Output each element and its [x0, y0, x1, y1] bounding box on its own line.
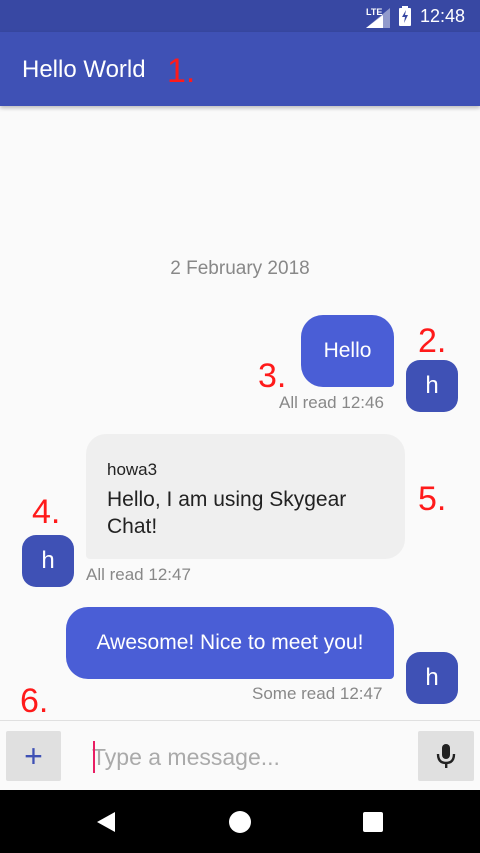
outgoing-message-bubble[interactable]: Awesome! Nice to meet you! [66, 607, 394, 679]
text-cursor [93, 741, 95, 773]
message-status: All read 12:46 [279, 393, 384, 412]
message-text: Hello, I am using Skygear Chat! [107, 488, 347, 538]
network-type-label: LTE [366, 7, 383, 17]
battery-charging-icon [399, 6, 411, 26]
message-text: Hello [323, 339, 372, 362]
system-navigation-bar [0, 790, 480, 853]
recents-icon [363, 812, 383, 832]
avatar[interactable]: h [22, 535, 74, 587]
annotation-2: 2. [418, 322, 447, 360]
app-bar: Hello World [0, 32, 480, 106]
avatar-letter: h [425, 372, 439, 399]
page-title: Hello World [22, 56, 146, 83]
annotation-1: 1. [167, 52, 196, 90]
annotation-5: 5. [418, 480, 447, 518]
plus-icon: + [24, 737, 43, 774]
sender-name: howa3 [107, 460, 158, 479]
add-attachment-button[interactable]: + [6, 731, 61, 781]
annotation-6: 6. [20, 682, 49, 720]
message-composer: + [0, 720, 480, 790]
incoming-message-bubble[interactable]: howa3 Hello, I am using Skygear Chat! [86, 434, 405, 559]
message-status: Some read 12:47 [252, 684, 383, 703]
back-icon [97, 812, 115, 832]
status-time: 12:48 [420, 6, 466, 26]
microphone-button[interactable] [418, 731, 474, 781]
avatar[interactable]: h [406, 652, 458, 704]
avatar[interactable]: h [406, 360, 458, 412]
message-input[interactable] [92, 739, 292, 775]
outgoing-message-bubble[interactable]: Hello [301, 315, 394, 387]
status-bar: LTE 12:48 [0, 0, 480, 32]
message-status: All read 12:47 [86, 565, 191, 584]
date-separator: 2 February 2018 [170, 258, 310, 279]
annotation-4: 4. [32, 493, 61, 531]
message-text: Awesome! Nice to meet you! [96, 631, 364, 654]
avatar-letter: h [41, 547, 55, 574]
home-button[interactable] [222, 804, 258, 840]
avatar-letter: h [425, 664, 439, 691]
back-button[interactable] [88, 804, 124, 840]
microphone-icon [436, 744, 456, 768]
home-icon [229, 811, 251, 833]
annotation-3: 3. [258, 357, 287, 395]
recents-button[interactable] [355, 804, 391, 840]
